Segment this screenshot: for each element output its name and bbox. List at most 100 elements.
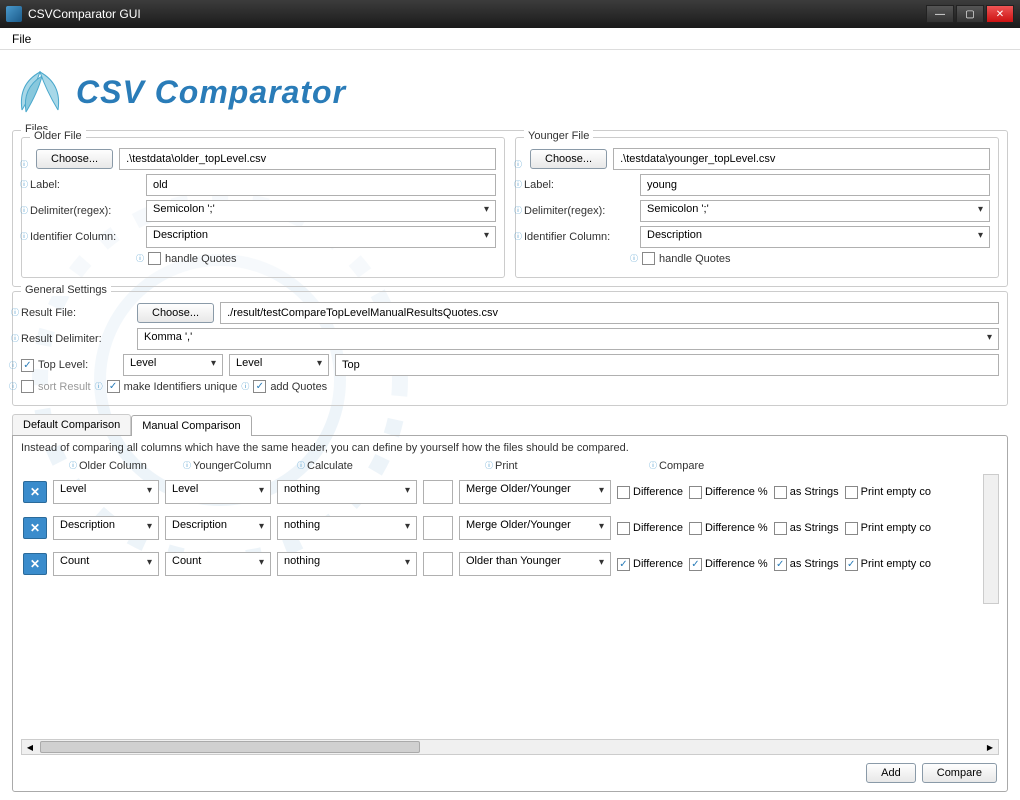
- delete-row-button[interactable]: ✕: [23, 481, 47, 503]
- diff-check[interactable]: ✓Difference: [617, 558, 683, 571]
- delete-row-button[interactable]: ✕: [23, 553, 47, 575]
- younger-label-lbl: Label:: [524, 179, 634, 191]
- diffp-check[interactable]: ✓Difference %: [689, 558, 768, 571]
- str-check[interactable]: ✓as Strings: [774, 558, 839, 571]
- logo-icon: [12, 64, 68, 120]
- older-hq-checkbox[interactable]: [148, 252, 161, 265]
- empty-check[interactable]: ✓Print empty co: [845, 558, 931, 571]
- younger-idcol-combo[interactable]: Description: [640, 226, 990, 248]
- calc-value-input[interactable]: [423, 552, 453, 576]
- toplevel-check-label[interactable]: ✓ Top Level:: [21, 359, 117, 372]
- calc-value-input[interactable]: [423, 516, 453, 540]
- older-col-combo[interactable]: Description: [53, 516, 159, 540]
- print-combo[interactable]: Merge Older/Younger: [459, 480, 611, 504]
- files-fieldset: Files Older File Choose... Label: D: [12, 130, 1008, 287]
- older-legend: Older File: [30, 130, 86, 142]
- gh-compare: Compare: [659, 460, 704, 472]
- older-col-combo[interactable]: Count: [53, 552, 159, 576]
- delete-row-button[interactable]: ✕: [23, 517, 47, 539]
- menu-file[interactable]: File: [4, 30, 39, 48]
- toplevel-text-input[interactable]: [335, 354, 999, 376]
- str-check[interactable]: as Strings: [774, 486, 839, 499]
- str-check[interactable]: as Strings: [774, 522, 839, 535]
- older-handle-quotes[interactable]: handle Quotes: [148, 252, 237, 265]
- diffp-check[interactable]: Difference %: [689, 522, 768, 535]
- unique-checkbox[interactable]: ✓: [107, 380, 120, 393]
- horizontal-scrollbar[interactable]: ◀ ▶: [21, 739, 999, 755]
- unique-check[interactable]: ✓ make Identifiers unique: [107, 380, 238, 393]
- tabs-header: Default Comparison Manual Comparison: [12, 414, 1008, 435]
- younger-col-combo[interactable]: Description: [165, 516, 271, 540]
- sort-result-check[interactable]: sort Result: [21, 380, 91, 393]
- hscroll-right-arrow[interactable]: ▶: [982, 740, 998, 754]
- result-path-input[interactable]: [220, 302, 999, 324]
- app-icon: [6, 6, 22, 22]
- print-combo[interactable]: Merge Older/Younger: [459, 516, 611, 540]
- tab-body: Instead of comparing all columns which h…: [12, 435, 1008, 792]
- sort-checkbox[interactable]: [21, 380, 34, 393]
- addquotes-checkbox[interactable]: ✓: [253, 380, 266, 393]
- empty-check[interactable]: Print empty co: [845, 486, 931, 499]
- minimize-button[interactable]: —: [926, 5, 954, 23]
- titlebar: CSVComparator GUI — ▢ ✕: [0, 0, 1020, 28]
- addquotes-check[interactable]: ✓ add Quotes: [253, 380, 327, 393]
- younger-file-panel: Younger File Choose... Label: Delimiter(…: [515, 137, 999, 278]
- grid-body: ✕LevelLevelnothingMerge Older/YoungerDif…: [21, 474, 999, 735]
- general-fieldset: General Settings Result File: Choose... …: [12, 291, 1008, 406]
- younger-hq-checkbox[interactable]: [642, 252, 655, 265]
- younger-delim-lbl: Delimiter(regex):: [524, 205, 634, 217]
- maximize-button[interactable]: ▢: [956, 5, 984, 23]
- empty-check[interactable]: Print empty co: [845, 522, 931, 535]
- grid-header: Older Column YoungerColumn Calculate Pri…: [21, 458, 999, 474]
- older-path-input[interactable]: [119, 148, 496, 170]
- logo-text: CSV Comparator: [76, 74, 346, 111]
- diff-check[interactable]: Difference: [617, 522, 683, 535]
- manual-description: Instead of comparing all columns which h…: [21, 442, 999, 454]
- younger-choose-button[interactable]: Choose...: [530, 149, 607, 169]
- calc-combo[interactable]: nothing: [277, 516, 417, 540]
- grid-row: ✕LevelLevelnothingMerge Older/YoungerDif…: [21, 474, 999, 510]
- diff-check[interactable]: Difference: [617, 486, 683, 499]
- vertical-scrollbar[interactable]: [983, 474, 999, 604]
- older-choose-button[interactable]: Choose...: [36, 149, 113, 169]
- gh-younger: YoungerColumn: [193, 460, 305, 472]
- window-title: CSVComparator GUI: [28, 7, 926, 21]
- grid-row: ✕DescriptionDescriptionnothingMerge Olde…: [21, 510, 999, 546]
- add-button[interactable]: Add: [866, 763, 916, 783]
- print-combo[interactable]: Older than Younger: [459, 552, 611, 576]
- toplevel-combo2[interactable]: Level: [229, 354, 329, 376]
- result-delim-combo[interactable]: Komma ',': [137, 328, 999, 350]
- gh-older: Older Column: [79, 460, 191, 472]
- toplevel-checkbox[interactable]: ✓: [21, 359, 34, 372]
- older-file-panel: Older File Choose... Label: Delimiter(re…: [21, 137, 505, 278]
- grid-row: ✕CountCountnothingOlder than Younger✓Dif…: [21, 546, 999, 582]
- calc-combo[interactable]: nothing: [277, 552, 417, 576]
- diffp-check[interactable]: Difference %: [689, 486, 768, 499]
- younger-label-input[interactable]: [640, 174, 990, 196]
- tab-default-comparison[interactable]: Default Comparison: [12, 414, 131, 435]
- younger-col-combo[interactable]: Count: [165, 552, 271, 576]
- older-label-input[interactable]: [146, 174, 496, 196]
- younger-col-combo[interactable]: Level: [165, 480, 271, 504]
- result-choose-button[interactable]: Choose...: [137, 303, 214, 323]
- calc-combo[interactable]: nothing: [277, 480, 417, 504]
- toplevel-combo1[interactable]: Level: [123, 354, 223, 376]
- result-file-lbl: Result File:: [21, 307, 131, 319]
- gh-print: Print: [495, 460, 653, 472]
- compare-button[interactable]: Compare: [922, 763, 997, 783]
- logo: CSV Comparator: [12, 58, 1008, 126]
- older-delim-lbl: Delimiter(regex):: [30, 205, 140, 217]
- older-label-lbl: Label:: [30, 179, 140, 191]
- older-delim-combo[interactable]: Semicolon ';': [146, 200, 496, 222]
- younger-handle-quotes[interactable]: handle Quotes: [642, 252, 731, 265]
- tab-manual-comparison[interactable]: Manual Comparison: [131, 415, 251, 436]
- close-button[interactable]: ✕: [986, 5, 1014, 23]
- younger-legend: Younger File: [524, 130, 593, 142]
- hscroll-left-arrow[interactable]: ◀: [22, 740, 38, 754]
- older-idcol-combo[interactable]: Description: [146, 226, 496, 248]
- hscroll-thumb[interactable]: [40, 741, 420, 753]
- calc-value-input[interactable]: [423, 480, 453, 504]
- younger-path-input[interactable]: [613, 148, 990, 170]
- younger-delim-combo[interactable]: Semicolon ';': [640, 200, 990, 222]
- older-col-combo[interactable]: Level: [53, 480, 159, 504]
